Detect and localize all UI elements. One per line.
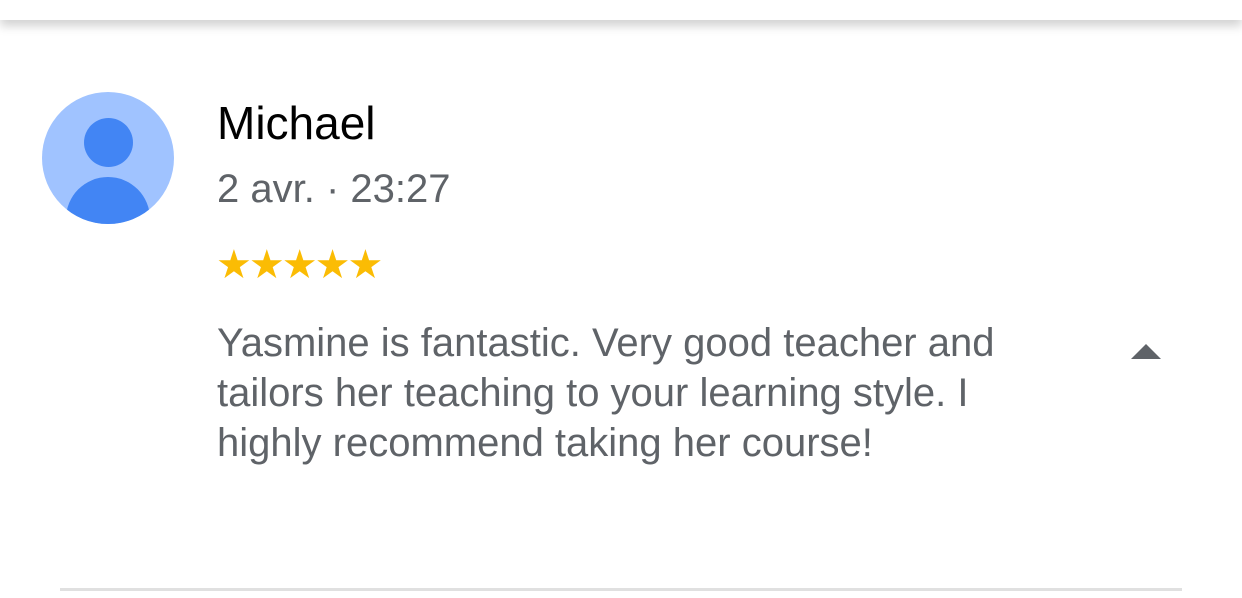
reviewer-name[interactable]: Michael: [217, 96, 376, 150]
divider: [60, 588, 1182, 591]
star-icon: ★: [314, 243, 351, 287]
collapse-toggle-button[interactable]: [1124, 332, 1168, 372]
star-icon: ★: [281, 243, 318, 287]
review-text: Yasmine is fantastic. Very good teacher …: [217, 321, 995, 465]
header-bar-shadow: [0, 0, 1242, 20]
avatar[interactable]: [42, 92, 174, 224]
review-date: 2 avr. · 23:27: [217, 167, 451, 211]
review-card: Michael 2 avr. · 23:27 ★★★★★ Yasmine is …: [0, 0, 1242, 598]
star-rating: ★★★★★: [216, 242, 383, 288]
caret-up-icon: [1131, 344, 1161, 359]
avatar-person-head-icon: [84, 118, 133, 167]
star-icon: ★: [216, 243, 252, 287]
star-icon: ★: [347, 243, 383, 287]
star-icon: ★: [248, 243, 285, 287]
avatar-person-body-icon: [66, 177, 150, 224]
